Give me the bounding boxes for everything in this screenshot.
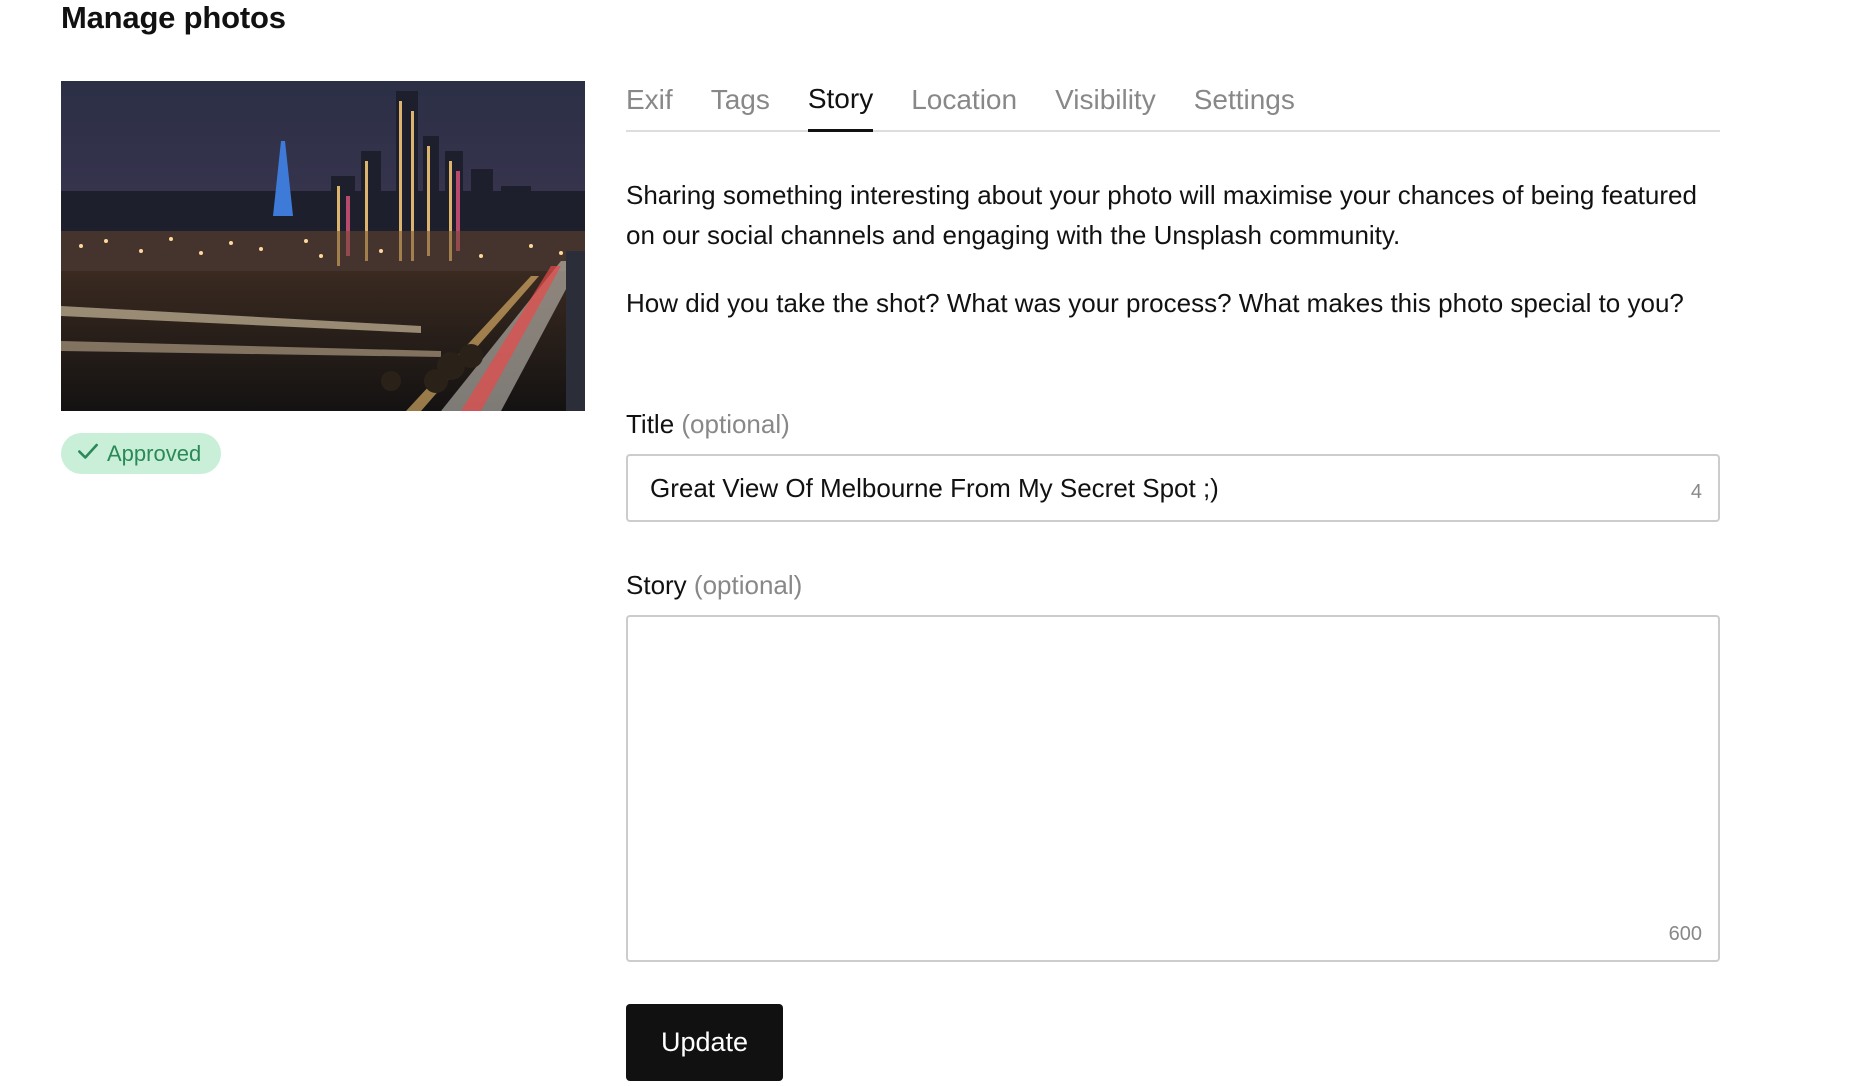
story-label-text: Story	[626, 570, 687, 600]
title-char-counter: 4	[1690, 481, 1702, 503]
title-label-text: Title	[626, 409, 675, 439]
prompt-paragraph: How did you take the shot? What was your…	[626, 288, 1684, 318]
title-optional-hint: (optional)	[681, 409, 790, 439]
intro-paragraph: Sharing something interesting about your…	[626, 180, 1697, 250]
story-label: Story (optional)	[626, 570, 802, 601]
city-night-image	[61, 81, 585, 411]
page-title: Manage photos	[61, 0, 286, 35]
story-textarea[interactable]	[628, 617, 1718, 960]
tab-settings[interactable]: Settings	[1194, 72, 1295, 132]
update-button[interactable]: Update	[626, 1004, 783, 1081]
story-optional-hint: (optional)	[693, 570, 803, 600]
photo-thumbnail	[61, 81, 585, 411]
story-field: 600	[626, 615, 1720, 962]
story-char-counter: 600	[1668, 923, 1702, 945]
tab-bar: Exif Tags Story Location Visibility Sett…	[626, 72, 1720, 132]
title-label: Title (optional)	[626, 409, 790, 440]
tab-tags[interactable]: Tags	[711, 72, 770, 132]
tab-visibility[interactable]: Visibility	[1055, 72, 1156, 132]
status-badge: Approved	[61, 433, 222, 474]
title-input[interactable]	[628, 456, 1718, 520]
tab-location[interactable]: Location	[911, 72, 1017, 132]
title-field: 4	[626, 454, 1720, 522]
status-badge-label: Approved	[107, 440, 202, 466]
tab-story[interactable]: Story	[807, 72, 874, 132]
tab-exif[interactable]: Exif	[626, 72, 673, 132]
check-icon	[75, 438, 101, 470]
